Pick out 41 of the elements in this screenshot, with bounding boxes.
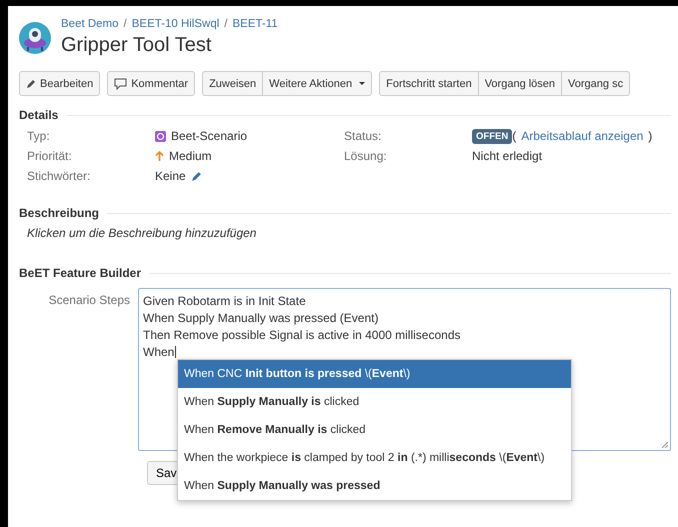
pencil-icon [26, 78, 36, 88]
field-value: Keine [155, 169, 186, 183]
section-heading: BeET Feature Builder [19, 266, 142, 280]
suggestion-item[interactable]: When Remove Manually is clicked [178, 416, 571, 444]
workflow-link[interactable]: Arbeitsablauf anzeigen [521, 129, 644, 143]
toolbar-button[interactable]: Fortschritt starten [379, 71, 479, 96]
suggestion-item[interactable]: When Supply Manually is clicked [178, 388, 571, 416]
pencil-icon[interactable] [190, 170, 202, 182]
section-heading: Beschreibung [19, 206, 100, 220]
field-value: Nicht erledigt [472, 149, 542, 163]
section-heading: Details [19, 108, 58, 122]
toolbar-button[interactable]: Vorgang sc [562, 71, 630, 96]
field-label: Priorität: [27, 149, 73, 163]
comment-icon [114, 78, 128, 90]
field-label: Stichwörter: [27, 169, 92, 183]
breadcrumb-link[interactable]: BEET-10 HilSwql [132, 18, 220, 30]
toolbar-button[interactable]: Kommentar [107, 71, 196, 96]
parenthesis: ( [512, 129, 516, 143]
toolbar-button[interactable]: Zuweisen [202, 71, 264, 96]
parenthesis: ) [648, 129, 652, 143]
field-value: Beet-Scenario [171, 129, 248, 143]
arrow-up-icon [155, 150, 164, 162]
breadcrumb-link[interactable]: Beet Demo [61, 18, 119, 30]
toolbar-button[interactable]: Bearbeiten [19, 71, 100, 96]
breadcrumb-separator: / [224, 18, 228, 30]
breadcrumb-link[interactable]: BEET-11 [232, 18, 278, 30]
resize-grip-icon[interactable] [662, 442, 668, 448]
issue-title: Gripper Tool Test [61, 34, 212, 57]
toolbar-button[interactable]: Vorgang lösen [478, 71, 562, 96]
status-badge: OFFEN [472, 128, 512, 144]
field-value: Medium [169, 149, 212, 163]
toolbar-button[interactable]: Weitere Aktionen [263, 71, 372, 96]
field-label: Typ: [27, 129, 51, 143]
scenario-type-icon [155, 130, 166, 142]
field-label: Status: [344, 129, 382, 143]
project-avatar-icon [19, 22, 51, 54]
field-label: Lösung: [344, 149, 388, 163]
description-placeholder[interactable]: Klicken um die Beschreibung hinzuzufügen [19, 220, 256, 240]
breadcrumb-separator: / [124, 18, 127, 30]
field-label: Scenario Steps [48, 292, 131, 307]
suggestion-item[interactable]: When CNC Init button is pressed \(Event\) [178, 360, 571, 388]
